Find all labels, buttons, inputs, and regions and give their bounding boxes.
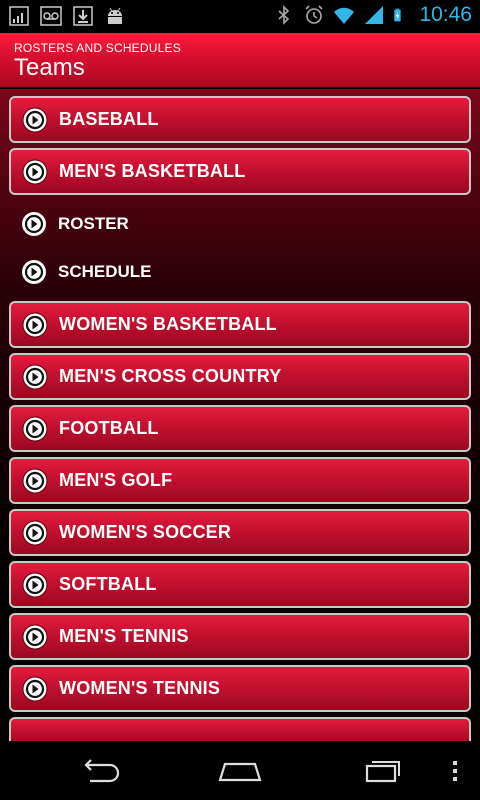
sub-row-label: SCHEDULE xyxy=(58,262,152,281)
home-icon xyxy=(218,762,262,782)
signal-bars-icon xyxy=(9,6,29,26)
play-arrow-icon xyxy=(22,260,46,284)
play-arrow-icon xyxy=(22,624,48,649)
back-icon xyxy=(84,759,120,783)
page-title: Teams xyxy=(14,54,85,81)
play-arrow-icon xyxy=(22,676,48,701)
home-button[interactable] xyxy=(210,751,270,791)
play-arrow-icon xyxy=(22,520,48,545)
alarm-icon xyxy=(305,5,324,24)
bluetooth-icon xyxy=(278,5,290,25)
battery-charging-icon xyxy=(394,8,402,22)
notification-icons xyxy=(8,5,126,27)
team-row-baseball[interactable]: BASEBALL xyxy=(9,96,471,143)
team-row-mens-tennis[interactable]: MEN'S TENNIS xyxy=(9,613,471,660)
header-subtitle: ROSTERS AND SCHEDULES xyxy=(14,41,181,55)
team-label: WOMEN'S SOCCER xyxy=(59,522,232,542)
android-icon xyxy=(108,7,122,24)
teams-list-area[interactable]: BASEBALL MEN'S BASKETBALL ROSTER SCHEDUL… xyxy=(0,89,480,741)
back-button[interactable] xyxy=(70,751,130,791)
team-row-womens-tennis[interactable]: WOMEN'S TENNIS xyxy=(9,665,471,712)
overflow-menu-icon xyxy=(453,761,457,781)
team-row-partial[interactable] xyxy=(9,717,471,741)
team-row-mens-basketball[interactable]: MEN'S BASKETBALL xyxy=(9,148,471,195)
play-arrow-icon xyxy=(22,159,48,184)
team-row-softball[interactable]: SOFTBALL xyxy=(9,561,471,608)
clock-time: 10:46 xyxy=(419,3,472,26)
play-arrow-icon xyxy=(22,364,48,389)
team-row-womens-soccer[interactable]: WOMEN'S SOCCER xyxy=(9,509,471,556)
download-icon xyxy=(73,6,93,26)
play-arrow-icon xyxy=(22,416,48,441)
app-header: ROSTERS AND SCHEDULES Teams xyxy=(0,33,480,88)
play-arrow-icon xyxy=(22,107,48,132)
team-label: MEN'S TENNIS xyxy=(59,626,189,646)
cell-signal-icon xyxy=(365,6,384,24)
team-label: MEN'S GOLF xyxy=(59,470,173,490)
sub-row-label: ROSTER xyxy=(58,214,129,233)
team-label: WOMEN'S TENNIS xyxy=(59,678,221,698)
overflow-menu-button[interactable] xyxy=(425,751,480,791)
play-arrow-icon xyxy=(22,212,46,236)
play-arrow-icon xyxy=(22,468,48,493)
status-bar: 10:46 xyxy=(0,0,480,33)
wifi-icon xyxy=(334,7,355,24)
navigation-bar xyxy=(0,741,480,800)
team-row-mens-golf[interactable]: MEN'S GOLF xyxy=(9,457,471,504)
team-row-womens-basketball[interactable]: WOMEN'S BASKETBALL xyxy=(9,301,471,348)
team-row-mens-cross-country[interactable]: MEN'S CROSS COUNTRY xyxy=(9,353,471,400)
recent-apps-button[interactable] xyxy=(352,751,412,791)
team-label: FOOTBALL xyxy=(59,418,159,438)
team-label: MEN'S BASKETBALL xyxy=(59,161,246,181)
play-arrow-icon xyxy=(22,572,48,597)
screen: 10:46 ROSTERS AND SCHEDULES Teams BASEBA… xyxy=(0,0,480,800)
teams-list: BASEBALL MEN'S BASKETBALL ROSTER SCHEDUL… xyxy=(0,96,480,741)
system-icons: 10:46 xyxy=(273,3,472,27)
voicemail-icon xyxy=(40,6,62,26)
team-label: WOMEN'S BASKETBALL xyxy=(59,314,277,334)
team-label: SOFTBALL xyxy=(59,574,157,594)
team-label: BASEBALL xyxy=(59,109,159,129)
sub-row-schedule[interactable]: SCHEDULE xyxy=(9,248,471,296)
recent-apps-icon xyxy=(365,761,400,783)
sub-row-roster[interactable]: ROSTER xyxy=(9,200,471,248)
play-arrow-icon xyxy=(22,312,48,337)
team-label: MEN'S CROSS COUNTRY xyxy=(59,366,282,386)
team-row-football[interactable]: FOOTBALL xyxy=(9,405,471,452)
